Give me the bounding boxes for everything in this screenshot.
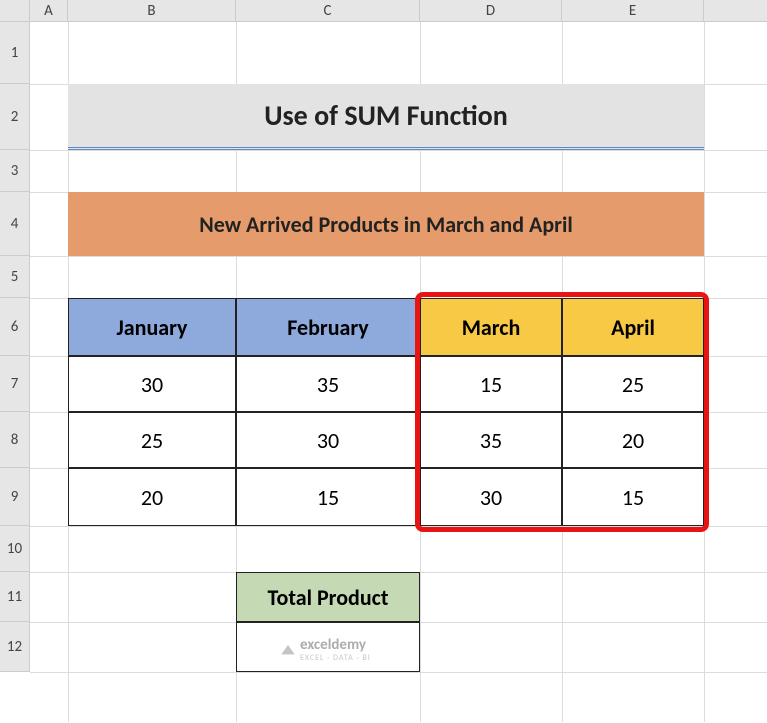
header-february[interactable]: February [236,298,420,356]
row-header-8[interactable]: 8 [0,412,30,468]
row-header-3[interactable]: 3 [0,150,30,192]
cell-d7[interactable]: 15 [420,356,562,412]
row-header-6[interactable]: 6 [0,298,30,356]
row-header-4[interactable]: 4 [0,192,30,256]
watermark-tagline: EXCEL · DATA · BI [300,654,371,662]
row-header-9[interactable]: 9 [0,468,30,526]
row-header-7[interactable]: 7 [0,356,30,412]
row-header-12[interactable]: 12 [0,622,30,672]
cell-e8[interactable]: 20 [562,412,704,468]
select-all-corner[interactable] [0,0,30,21]
column-header-B[interactable]: B [68,0,236,21]
cell-b9[interactable]: 20 [68,468,236,526]
grid-area[interactable]: Use of SUM Function New Arrived Products… [30,22,767,672]
header-january[interactable]: January [68,298,236,356]
column-header-C[interactable]: C [236,0,420,21]
column-header-A[interactable]: A [30,0,68,21]
row-header-10[interactable]: 10 [0,526,30,572]
cell-b7[interactable]: 30 [68,356,236,412]
logo-icon [280,642,296,656]
column-header-D[interactable]: D [420,0,562,21]
row-header-11[interactable]: 11 [0,572,30,622]
cell-c8[interactable]: 30 [236,412,420,468]
column-header-E[interactable]: E [562,0,704,21]
column-headers: A B C D E [0,0,767,22]
row-header-1[interactable]: 1 [0,22,30,84]
cell-e7[interactable]: 25 [562,356,704,412]
cell-b8[interactable]: 25 [68,412,236,468]
subtitle-cell[interactable]: New Arrived Products in March and April [68,192,704,256]
row-header-2[interactable]: 2 [0,84,30,150]
row-header-5[interactable]: 5 [0,256,30,298]
cell-c7[interactable]: 35 [236,356,420,412]
cell-e9[interactable]: 15 [562,468,704,526]
header-april[interactable]: April [562,298,704,356]
header-march[interactable]: March [420,298,562,356]
cell-c9[interactable]: 15 [236,468,420,526]
title-cell[interactable]: Use of SUM Function [68,84,704,150]
watermark-brand: exceldemy [300,636,366,654]
watermark: exceldemy EXCEL · DATA · BI [280,636,371,662]
cell-d9[interactable]: 30 [420,468,562,526]
cell-d8[interactable]: 35 [420,412,562,468]
row-headers: 1 2 3 4 5 6 7 8 9 10 11 12 [0,22,30,672]
total-label-cell[interactable]: Total Product [236,572,420,622]
